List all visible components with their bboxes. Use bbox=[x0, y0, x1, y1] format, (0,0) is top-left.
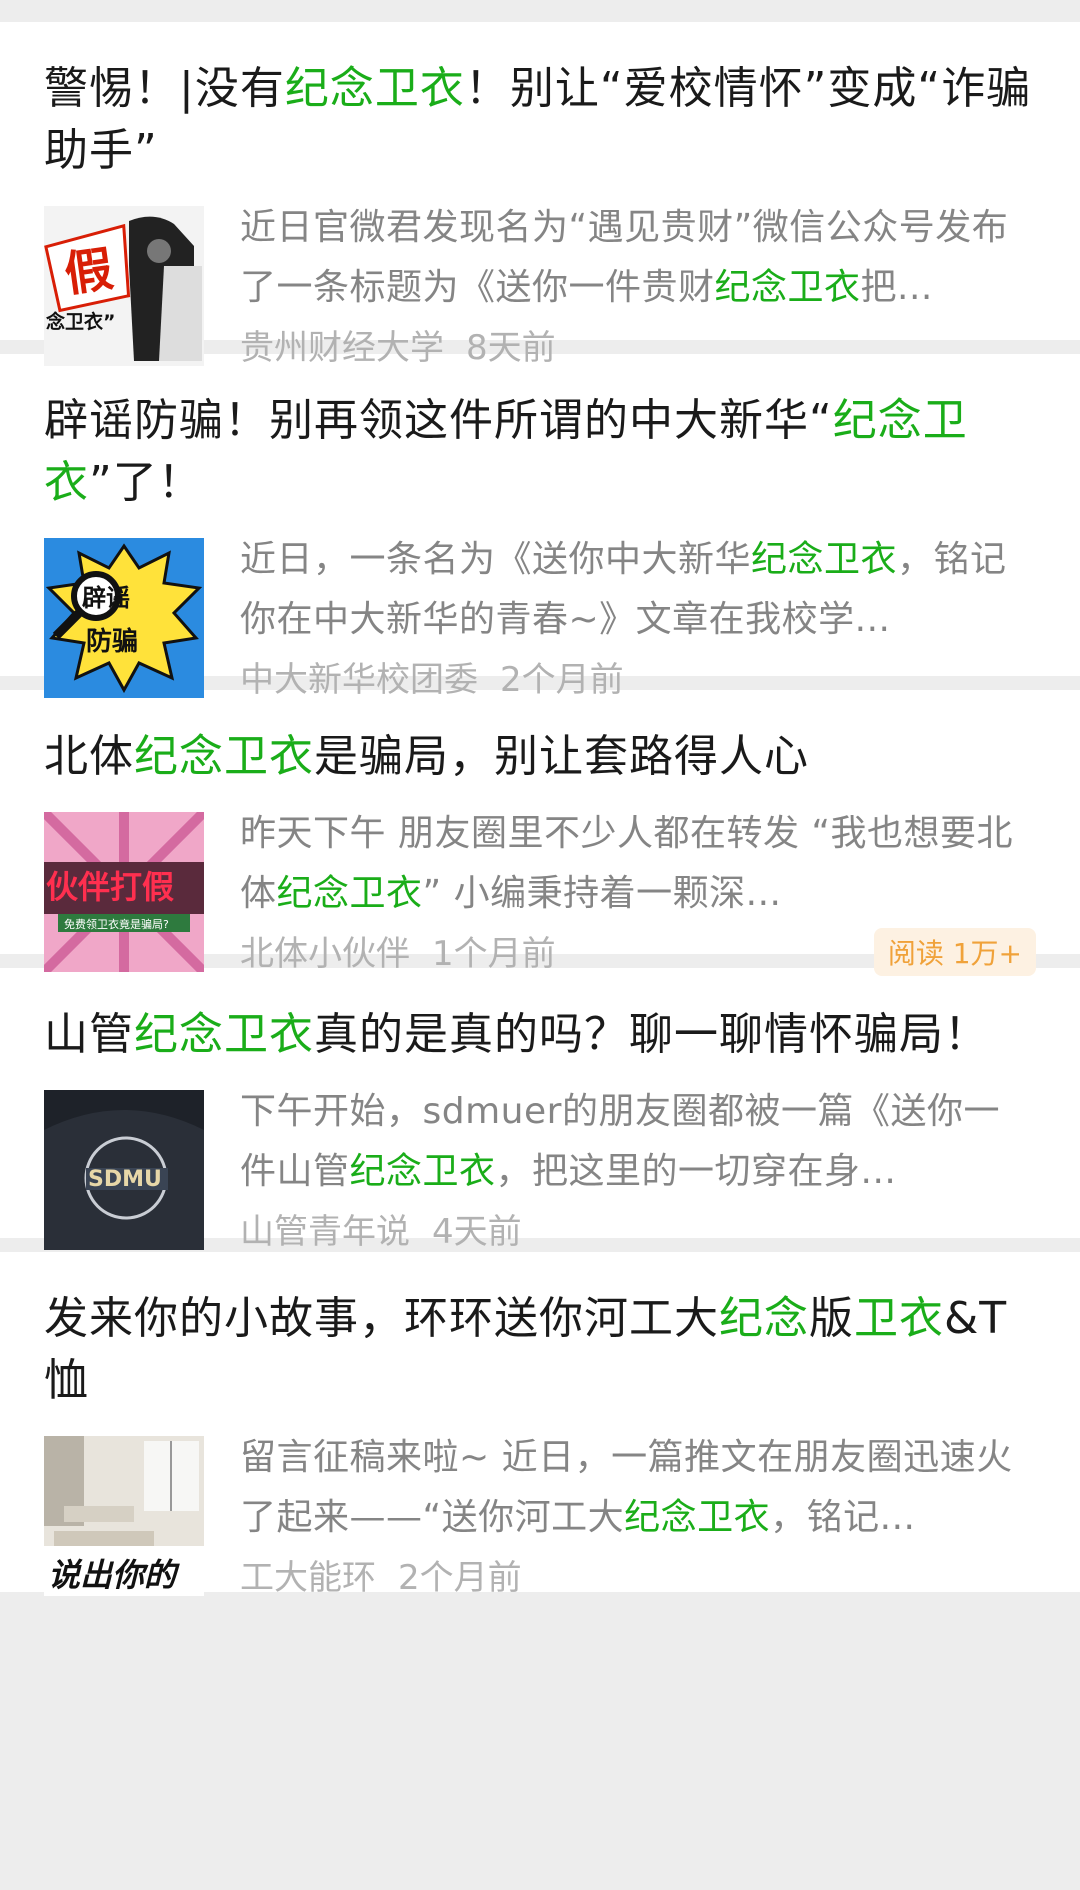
svg-text:免费领卫衣竟是骗局?: 免费领卫衣竟是骗局? bbox=[64, 917, 169, 931]
svg-text:说出你的: 说出你的 bbox=[48, 1556, 180, 1594]
rumor-magnifier-icon[interactable]: 辟谣 防骗 bbox=[44, 538, 204, 698]
article-source[interactable]: 贵州财经大学 bbox=[240, 322, 444, 374]
article-source[interactable]: 中大新华校团委 bbox=[240, 654, 478, 706]
article-card-3[interactable]: 北体纪念卫衣是骗局，别让套路得人心 伙伴打假 免费领卫衣竟是骗局? 昨天下午 朋… bbox=[0, 690, 1080, 976]
article-card-4[interactable]: 山管纪念卫衣真的是真的吗？聊一聊情怀骗局！ SDMU 下午开始，sdmuer的朋… bbox=[0, 968, 1080, 1252]
article-meta: 中大新华校团委 2个月前 bbox=[240, 654, 1036, 706]
article-card-2[interactable]: 辟谣防骗！别再领这件所谓的中大新华“纪念卫衣”了！ 辟谣 防骗 近日，一条名为《… bbox=[0, 354, 1080, 700]
article-summary: 近日，一条名为《送你中大新华纪念卫衣，铭记你在中大新华的青春~》文章在我校学..… bbox=[240, 539, 1007, 640]
classroom-icon[interactable]: 说出你的 bbox=[44, 1436, 204, 1596]
sdmu-hoodie-icon[interactable]: SDMU bbox=[44, 1090, 204, 1250]
article-summary: 下午开始，sdmuer的朋友圈都被一篇《送你一件山管纪念卫衣，把这里的一切穿在身… bbox=[240, 1091, 1000, 1192]
article-title[interactable]: 辟谣防骗！别再领这件所谓的中大新华“纪念卫衣”了！ bbox=[44, 390, 1036, 514]
article-card-1[interactable]: 警惕！|没有纪念卫衣！别让“爱校情怀”变成“诈骗助手” 假 念卫衣” 近日官微君… bbox=[0, 22, 1080, 368]
svg-text:SDMU: SDMU bbox=[88, 1167, 162, 1192]
article-meta: 工大能环 2个月前 bbox=[240, 1552, 1036, 1604]
article-time: 4天前 bbox=[432, 1212, 522, 1252]
article-summary: 近日官微君发现名为“遇见贵财”微信公众号发布了一条标题为《送你一件贵财纪念卫衣把… bbox=[240, 207, 1009, 308]
article-summary: 留言征稿来啦~ 近日，一篇推文在朋友圈迅速火了起来——“送你河工大纪念卫衣，铭记… bbox=[240, 1437, 1013, 1538]
svg-text:假: 假 bbox=[61, 241, 116, 303]
svg-text:防骗: 防骗 bbox=[86, 626, 138, 657]
article-source[interactable]: 北体小伙伴 bbox=[240, 928, 410, 980]
svg-text:伙伴打假: 伙伴打假 bbox=[46, 868, 174, 906]
article-source[interactable]: 山管青年说 bbox=[240, 1206, 410, 1258]
fake-hoodie-icon[interactable]: 假 念卫衣” bbox=[44, 206, 204, 366]
article-title[interactable]: 警惕！|没有纪念卫衣！别让“爱校情怀”变成“诈骗助手” bbox=[44, 58, 1036, 182]
article-title[interactable]: 北体纪念卫衣是骗局，别让套路得人心 bbox=[44, 726, 1036, 788]
article-title[interactable]: 发来你的小故事，环环送你河工大纪念版卫衣&T恤 bbox=[44, 1288, 1036, 1412]
article-time: 2个月前 bbox=[500, 660, 624, 700]
article-summary: 昨天下午 朋友圈里不少人都在转发 “我也想要北体纪念卫衣” 小编秉持着一颗深..… bbox=[240, 813, 1014, 914]
top-divider bbox=[0, 0, 1080, 22]
read-count-badge: 阅读 1万+ bbox=[873, 928, 1036, 976]
article-time: 2个月前 bbox=[398, 1558, 522, 1598]
article-meta: 山管青年说 4天前 bbox=[240, 1206, 1036, 1258]
article-time: 1个月前 bbox=[432, 934, 556, 974]
article-meta: 贵州财经大学 8天前 bbox=[240, 322, 1036, 374]
article-time: 8天前 bbox=[466, 328, 556, 368]
article-card-5[interactable]: 发来你的小故事，环环送你河工大纪念版卫衣&T恤 说出你的 留言征稿来啦~ 近日，… bbox=[0, 1252, 1080, 1598]
partner-fake-icon[interactable]: 伙伴打假 免费领卫衣竟是骗局? bbox=[44, 812, 204, 972]
svg-text:念卫衣”: 念卫衣” bbox=[45, 310, 116, 333]
svg-text:辟谣: 辟谣 bbox=[82, 584, 130, 612]
article-title[interactable]: 山管纪念卫衣真的是真的吗？聊一聊情怀骗局！ bbox=[44, 1004, 1036, 1066]
article-source[interactable]: 工大能环 bbox=[240, 1552, 376, 1604]
